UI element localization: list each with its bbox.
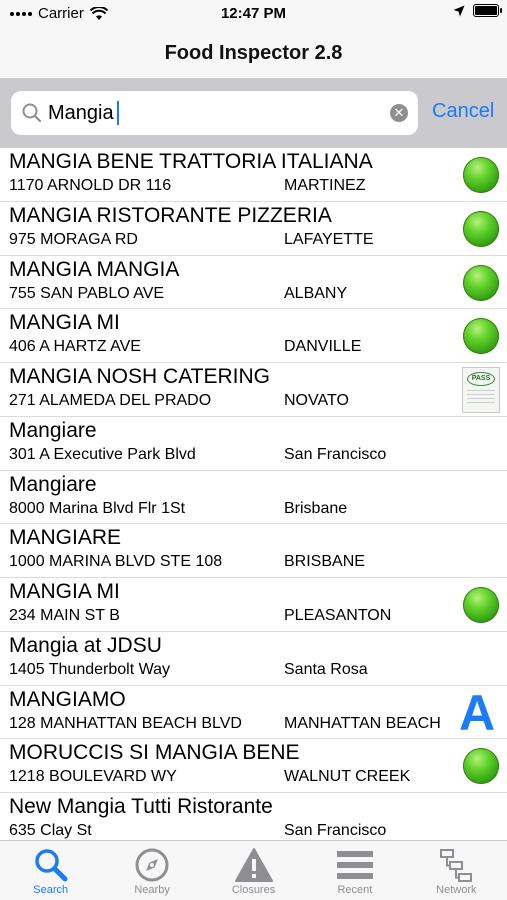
tab-recent[interactable]: Recent (304, 841, 405, 900)
result-row[interactable]: New Mangia Tutti Ristorante 635 Clay St Sa… (0, 793, 507, 840)
restaurant-name: Mangiare (9, 418, 97, 442)
restaurant-city: San Francisco (284, 445, 387, 463)
tab-nearby[interactable]: Nearby (101, 841, 202, 900)
green-pass-icon (463, 748, 499, 785)
pass-placard-icon: PASS (462, 367, 500, 413)
status-time: 12:47 PM (220, 5, 287, 22)
result-row[interactable]: Mangiare 8000 Marina Blvd Flr 1St Brisbane (0, 471, 507, 525)
restaurant-city: Santa Rosa (284, 660, 368, 678)
list-icon (336, 851, 373, 879)
tab-search-label: Search (33, 884, 69, 896)
restaurant-address: 301 A Executive Park Blvd (9, 445, 196, 463)
result-row[interactable]: MANGIA BENE TRATTORIA ITALIANA 1170 ARNOL… (0, 148, 507, 202)
tab-network-label: Network (436, 884, 477, 896)
battery-icon (473, 4, 502, 17)
status-right (453, 4, 502, 17)
restaurant-name: MANGIARE (9, 526, 122, 550)
restaurant-address: 234 MAIN ST B (9, 607, 120, 624)
restaurant-city: Brisbane (284, 499, 348, 517)
result-row[interactable]: MANGIA MANGIA 755 SAN PABLO AVE ALBANY (0, 256, 507, 310)
green-pass-icon (463, 157, 499, 193)
restaurant-name: New Mangia Tutti Ristorante (9, 795, 273, 818)
restaurant-address: 1170 ARNOLD DR 116 (9, 177, 172, 194)
restaurant-name: Mangiare (9, 472, 97, 496)
restaurant-address: 635 Clay St (9, 822, 92, 839)
tab-bar: Search Nearby Closures Recent Network (0, 840, 507, 900)
restaurant-name: MORUCCIS SI MANGIA BENE (9, 741, 300, 765)
restaurant-name: MANGIA MI (9, 580, 120, 603)
result-row[interactable]: Mangia at JDSU 1405 Thunderbolt Way Santa … (0, 632, 507, 686)
navigation-bar: Food Inspector 2.8 (0, 28, 507, 78)
search-area: ✕ Cancel (0, 78, 507, 148)
restaurant-address: 128 MANHATTAN BEACH BLVD (9, 714, 242, 732)
restaurant-name: MANGIAMO (9, 687, 126, 711)
restaurant-address: 1405 Thunderbolt Way (9, 660, 170, 678)
cancel-button[interactable]: Cancel (432, 100, 494, 123)
location-arrow-icon (453, 5, 465, 16)
tab-closures[interactable]: Closures (203, 841, 304, 900)
restaurant-name: Mangia at JDSU (9, 633, 162, 657)
tab-closures-label: Closures (231, 884, 276, 896)
result-row[interactable]: MANGIA MI 234 MAIN ST B PLEASANTON (0, 578, 507, 632)
restaurant-name: MANGIA MI (9, 311, 120, 335)
restaurant-name: MANGIA BENE TRATTORIA ITALIANA (9, 150, 373, 173)
result-row[interactable]: Mangiare 301 A Executive Park Blvd San Fra… (0, 417, 507, 471)
restaurant-city: San Francisco (284, 822, 387, 839)
tab-search[interactable]: Search (0, 841, 101, 900)
tab-network[interactable]: Network (406, 841, 507, 900)
restaurant-address: 755 SAN PABLO AVE (9, 284, 165, 302)
result-row[interactable]: MORUCCIS SI MANGIA BENE 1218 BOULEVARD WY… (0, 739, 507, 793)
restaurant-city: ALBANY (284, 284, 348, 302)
compass-icon (135, 848, 169, 882)
results-list: MANGIA BENE TRATTORIA ITALIANA 1170 ARNOL… (0, 148, 507, 840)
tab-nearby-label: Nearby (134, 884, 170, 896)
restaurant-city: WALNUT CREEK (284, 768, 411, 786)
search-icon (34, 849, 68, 882)
result-row[interactable]: MANGIA NOSH CATERING 271 ALAMEDA DEL PRAD… (0, 363, 507, 417)
result-row[interactable]: MANGIA RISTORANTE PIZZERIA 975 MORAGA RD L… (0, 202, 507, 256)
result-row[interactable]: MANGIARE 1000 MARINA BLVD STE 108 BRISBANE (0, 524, 507, 578)
restaurant-address: 1000 MARINA BLVD STE 108 (9, 553, 223, 571)
result-row[interactable]: MANGIAMO 128 MANHATTAN BEACH BLVD MANHATTA… (0, 686, 507, 740)
restaurant-city: NOVATO (284, 392, 349, 409)
restaurant-city: DANVILLE (284, 338, 362, 356)
status-bar: Carrier 12:47 PM (0, 0, 507, 28)
restaurant-city: MANHATTAN BEACH (284, 714, 441, 732)
result-row[interactable]: MANGIA MI 406 A HARTZ AVE DANVILLE (0, 309, 507, 363)
green-pass-icon (463, 318, 499, 355)
green-pass-icon (463, 210, 499, 247)
restaurant-address: 271 ALAMEDA DEL PRADO (9, 392, 212, 409)
restaurant-address: 1218 BOULEVARD WY (9, 768, 177, 786)
restaurant-address: 8000 Marina Blvd Flr 1St (9, 499, 186, 517)
tab-recent-label: Recent (337, 884, 373, 896)
grade-letter-icon: A (459, 684, 496, 741)
app-screen: Carrier 12:47 PM Food Inspector 2.8 Mang… (0, 0, 507, 900)
app-title: Food Inspector 2.8 (164, 42, 343, 64)
restaurant-address: 406 A HARTZ AVE (9, 338, 141, 356)
search-box[interactable]: ✕ (11, 91, 418, 135)
green-pass-icon (463, 264, 499, 301)
restaurant-city: PLEASANTON (284, 607, 392, 624)
restaurant-name: MANGIA MANGIA (9, 257, 180, 281)
restaurant-city: LAFAYETTE (284, 230, 374, 248)
restaurant-city: BRISBANE (284, 553, 365, 571)
search-icon (22, 103, 42, 123)
pass-placard-label: PASS (467, 372, 495, 386)
green-pass-icon (463, 587, 499, 623)
restaurant-city: MARTINEZ (284, 177, 366, 194)
search-input[interactable] (48, 91, 378, 135)
warning-icon (234, 848, 273, 882)
restaurant-name: MANGIA NOSH CATERING (9, 365, 270, 388)
network-icon (440, 849, 473, 882)
text-caret (117, 101, 119, 125)
clear-search-button[interactable]: ✕ (390, 104, 408, 122)
restaurant-address: 975 MORAGA RD (9, 230, 138, 248)
restaurant-name: MANGIA RISTORANTE PIZZERIA (9, 203, 332, 227)
